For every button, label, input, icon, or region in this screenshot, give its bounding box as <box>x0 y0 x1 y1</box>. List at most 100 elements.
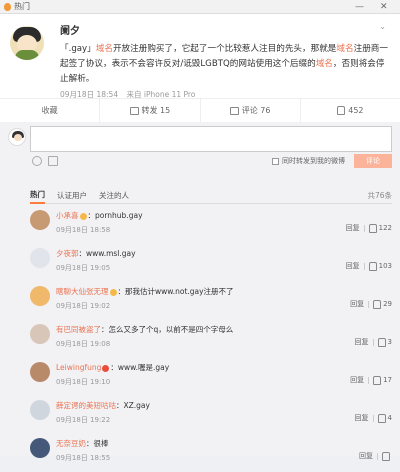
reply-button[interactable]: 回复 <box>346 223 360 233</box>
comment-actions: 回复 122 <box>346 223 392 233</box>
comment-like-count: 29 <box>383 300 392 308</box>
commenter-avatar[interactable] <box>30 286 50 306</box>
reply-button[interactable]: 回复 <box>350 299 364 309</box>
commenter-name[interactable]: 小承喜 <box>56 211 79 220</box>
comment-item: 无奈豆奶：很棒 09月18日 18:55 回复 <box>30 434 392 472</box>
commenter-avatar[interactable] <box>30 400 50 420</box>
like-button[interactable]: 452 <box>301 99 400 122</box>
comment-line: 瞎聊大仙张无理 ：那我估计www.not.gay注册不了 <box>56 286 234 297</box>
thumbs-up-icon <box>382 451 390 461</box>
reply-button[interactable]: 回复 <box>355 413 369 423</box>
domain-link[interactable]: 域名 <box>336 44 353 54</box>
user-badge-icon <box>79 212 87 220</box>
commenter-avatar[interactable] <box>30 362 50 382</box>
image-icon[interactable] <box>48 156 58 166</box>
reply-button[interactable]: 回复 <box>346 261 360 271</box>
comment-line: 有巴同被盗了：怎么又多了个q，以前不是四个字母么 <box>56 324 233 335</box>
comment-total: 共76条 <box>367 191 392 200</box>
post-text: 「.gay」域名开放注册购买了，它起了一个比较惹人注目的先头，那就是域名注册商一… <box>60 42 390 87</box>
user-badge-icon <box>109 288 117 296</box>
comment-text: ：pornhub.gay <box>87 211 143 220</box>
post-meta: 09月18日 18:54 来自 iPhone 11 Pro <box>60 89 386 100</box>
comment-text: ：XZ.gay <box>116 401 150 410</box>
comment-like-button[interactable]: 122 <box>368 223 392 233</box>
commenter-avatar[interactable] <box>30 324 50 344</box>
comment-like-count: 17 <box>383 376 392 384</box>
commenter-name[interactable]: 夕夜郭 <box>56 249 79 258</box>
tab-verified[interactable]: 认证用户 <box>57 190 87 201</box>
my-avatar <box>8 128 26 146</box>
sync-repost-option[interactable]: 同时转发到我的微博 <box>272 156 345 166</box>
comment-time: 09月18日 19:02 <box>56 302 111 310</box>
comment-item: 小承喜 ：pornhub.gay 09月18日 18:58 回复 122 <box>30 206 392 244</box>
repost-label: 转发 15 <box>141 106 171 115</box>
tab-hot[interactable]: 热门 <box>30 188 45 204</box>
author-name[interactable]: 阑夕 <box>60 22 386 37</box>
thumbs-up-icon <box>373 375 382 385</box>
commenter-avatar[interactable] <box>30 248 50 268</box>
commenter-avatar[interactable] <box>30 210 50 230</box>
comment-actions: 回复 4 <box>355 413 392 423</box>
chevron-down-icon[interactable]: ⌄ <box>379 22 386 31</box>
thumbs-up-icon <box>377 337 386 347</box>
comment-tabs: 热门 认证用户 关注的人 共76条 <box>30 188 392 204</box>
comment-like-button[interactable]: 3 <box>377 337 392 347</box>
comment-icon <box>229 106 239 115</box>
comment-actions: 回复 3 <box>355 337 392 347</box>
comment-like-button[interactable]: 4 <box>377 413 392 423</box>
collect-label: 收藏 <box>41 106 58 115</box>
divider <box>368 300 370 308</box>
hot-tab[interactable]: 热门 <box>0 1 30 12</box>
comment-time: 09月18日 19:22 <box>56 416 111 424</box>
close-button[interactable]: ✕ <box>380 0 388 14</box>
commenter-name[interactable]: 无奈豆奶 <box>56 439 86 448</box>
tab-following[interactable]: 关注的人 <box>99 190 129 201</box>
reply-button[interactable]: 回复 <box>359 451 373 461</box>
domain-link[interactable]: 域名 <box>96 44 113 54</box>
emoji-icon[interactable] <box>32 156 42 166</box>
comment-time: 09月18日 19:05 <box>56 264 111 272</box>
collect-button[interactable]: 收藏 <box>0 99 101 122</box>
reply-button[interactable]: 回复 <box>355 337 369 347</box>
comment-item: 薛定谔的美短咕咕：XZ.gay 09月18日 19:22 回复 4 <box>30 396 392 434</box>
commenter-name[interactable]: 薛定谔的美短咕咕 <box>56 401 116 410</box>
comment-time: 09月18日 19:10 <box>56 378 111 386</box>
repost-icon <box>129 106 139 115</box>
flame-icon <box>4 2 11 11</box>
post-text-segment: 开放注册购买了，它起了一个比较惹人注目的先头，那就是 <box>112 44 337 54</box>
domain-link[interactable]: 域名 <box>316 59 333 69</box>
comment-like-button[interactable]: 103 <box>368 261 392 271</box>
comment-like-count: 122 <box>378 224 392 232</box>
author-avatar[interactable] <box>10 26 44 60</box>
comment-list: 小承喜 ：pornhub.gay 09月18日 18:58 回复 122 夕夜郭：www.… <box>30 206 392 472</box>
comment-line: 夕夜郭：www.msl.gay <box>56 248 136 259</box>
divider <box>363 262 365 270</box>
comment-text: ：www.喔是.gay <box>110 363 170 372</box>
comment-button[interactable]: 评论 76 <box>201 99 301 122</box>
comment-input[interactable] <box>30 126 392 152</box>
comment-item: 瞎聊大仙张无理 ：那我估计www.not.gay注册不了 09月18日 19:02 回… <box>30 282 392 320</box>
commenter-name[interactable]: Leiwingfung <box>56 363 101 372</box>
commenter-avatar[interactable] <box>30 438 50 458</box>
comment-like-button[interactable] <box>382 451 392 461</box>
minimize-button[interactable]: — <box>355 0 364 14</box>
commenter-name[interactable]: 有巴同被盗了 <box>56 325 101 334</box>
user-badge-icon <box>102 364 110 372</box>
commenter-name[interactable]: 瞎聊大仙张无理 <box>56 287 109 296</box>
hot-tab-label: 热门 <box>14 2 30 11</box>
comment-like-button[interactable]: 17 <box>373 375 392 385</box>
sync-checkbox[interactable] <box>272 157 279 165</box>
comment-text: ：怎么又多了个q，以前不是四个字母么 <box>101 325 234 334</box>
comment-actions: 回复 <box>359 451 392 461</box>
comment-time: 09月18日 18:55 <box>56 454 111 462</box>
divider <box>377 452 378 460</box>
thumbs-up-icon <box>368 223 377 233</box>
post-time[interactable]: 09月18日 18:54 <box>60 90 118 99</box>
repost-button[interactable]: 转发 15 <box>100 99 201 122</box>
reply-button[interactable]: 回复 <box>350 375 364 385</box>
comment-line: 无奈豆奶：很棒 <box>56 438 109 449</box>
comment-like-button[interactable]: 29 <box>373 299 392 309</box>
thumbs-up-icon <box>377 413 386 423</box>
comment-text: ：www.msl.gay <box>78 249 136 258</box>
submit-comment-button[interactable]: 评论 <box>354 154 392 168</box>
